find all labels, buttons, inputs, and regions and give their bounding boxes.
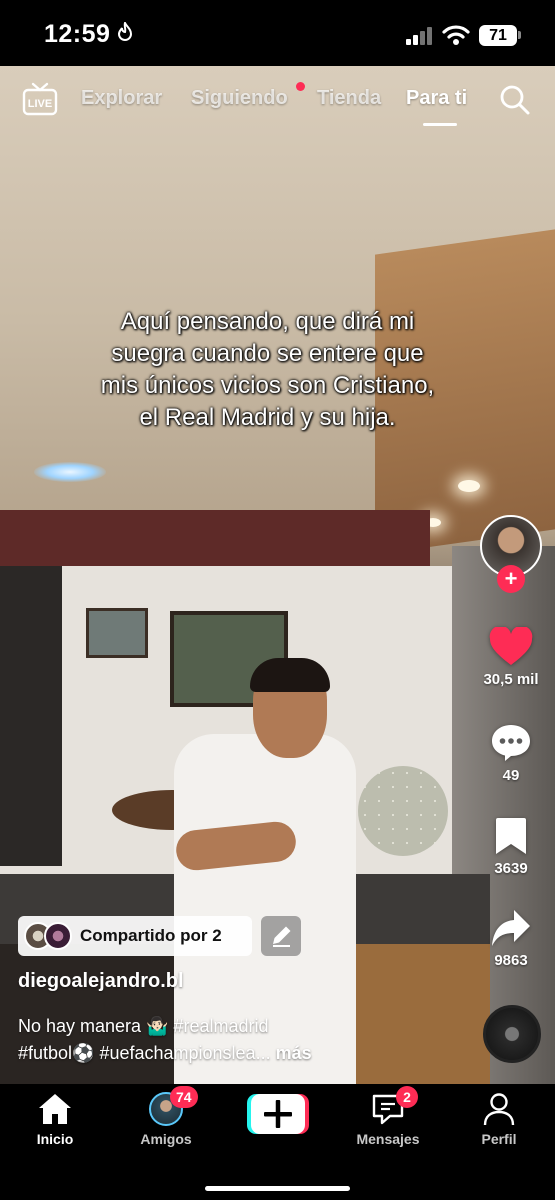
heart-icon (489, 627, 533, 665)
like-button[interactable]: 30,5 mil (479, 627, 543, 688)
follow-plus-icon[interactable]: + (497, 565, 525, 593)
activity-icon (117, 20, 133, 47)
create-button[interactable] (247, 1094, 309, 1134)
messages-badge: 2 (396, 1086, 418, 1108)
comment-button[interactable]: 49 (479, 723, 543, 784)
share-count: 9863 (494, 952, 528, 969)
like-count: 30,5 mil (483, 671, 539, 688)
home-icon (39, 1094, 71, 1124)
bottom-tab-bar: Inicio Amigos 74 Mensajes 2 Perfil (0, 1084, 555, 1200)
battery-nub (518, 31, 521, 39)
tab-mensajes[interactable]: Mensajes 2 (338, 1084, 438, 1147)
plus-icon (247, 1094, 309, 1134)
edit-button[interactable] (261, 916, 301, 956)
tab-label: Inicio (36, 1131, 74, 1147)
svg-text:LIVE: LIVE (28, 98, 52, 110)
status-time: 12:59 (44, 20, 111, 48)
scene-ceiling-light (34, 462, 106, 482)
bookmark-count: 3639 (494, 860, 528, 877)
tab-tienda[interactable]: Tienda (317, 87, 381, 110)
shared-by-label: Compartido por 2 (80, 926, 222, 945)
tab-perfil[interactable]: Perfil (449, 1084, 549, 1147)
live-icon[interactable]: LIVE (22, 82, 58, 116)
bookmark-icon (496, 818, 526, 854)
scene-light (458, 480, 480, 492)
active-tab-indicator (423, 123, 457, 126)
cellular-signal-icon (406, 27, 434, 45)
tab-siguiendo[interactable]: Siguiendo (191, 87, 288, 110)
tab-label: Mensajes (356, 1131, 420, 1147)
comment-icon (492, 725, 530, 761)
tab-para-ti[interactable]: Para ti (406, 87, 467, 110)
tab-inicio[interactable]: Inicio (5, 1084, 105, 1147)
video-text-overlay: Aquí pensando, que dirá mi suegra cuando… (100, 308, 435, 431)
description-line-2: #futbol⚽ #uefachampionslea... más (18, 1040, 438, 1067)
scene-doorway (0, 566, 62, 866)
friends-badge: 74 (170, 1086, 198, 1108)
avatar (44, 922, 72, 950)
description-line-1: No hay manera 🤷🏻‍♂️ #realmadrid (18, 1016, 269, 1036)
profile-icon (483, 1093, 515, 1126)
shared-by-pill[interactable]: Compartido por 2 (18, 916, 252, 956)
scene-person-hair (250, 658, 330, 692)
scene-picture-frame (86, 608, 148, 658)
scene-beam (0, 510, 430, 566)
post-description[interactable]: No hay manera 🤷🏻‍♂️ #realmadrid #futbol⚽… (18, 1013, 438, 1067)
siguiendo-notification-dot (296, 82, 305, 91)
tab-amigos[interactable]: Amigos 74 (116, 1084, 216, 1147)
search-icon[interactable] (499, 84, 531, 116)
tab-explorar[interactable]: Explorar (81, 87, 162, 110)
share-arrow-icon (492, 910, 530, 946)
status-bar: 12:59 71 (0, 0, 555, 66)
comment-count: 49 (502, 767, 520, 784)
tab-label: Perfil (481, 1131, 517, 1147)
music-disc-icon[interactable] (483, 1005, 541, 1063)
home-indicator[interactable] (205, 1186, 350, 1191)
description-hashtags: #futbol⚽ #uefachampionslea... (18, 1043, 271, 1063)
share-button[interactable]: 9863 (479, 908, 543, 969)
creator-username[interactable]: diegoalejandro.bl (18, 970, 184, 993)
tab-label: Amigos (140, 1131, 192, 1147)
bookmark-button[interactable]: 3639 (479, 816, 543, 877)
wifi-icon (442, 24, 470, 46)
pencil-icon (273, 926, 291, 947)
more-link[interactable]: más (276, 1043, 312, 1063)
scene-flowers (358, 766, 448, 856)
battery-indicator: 71 (479, 25, 517, 46)
top-navigation: LIVE Explorar Siguiendo Tienda Para ti (0, 66, 555, 136)
